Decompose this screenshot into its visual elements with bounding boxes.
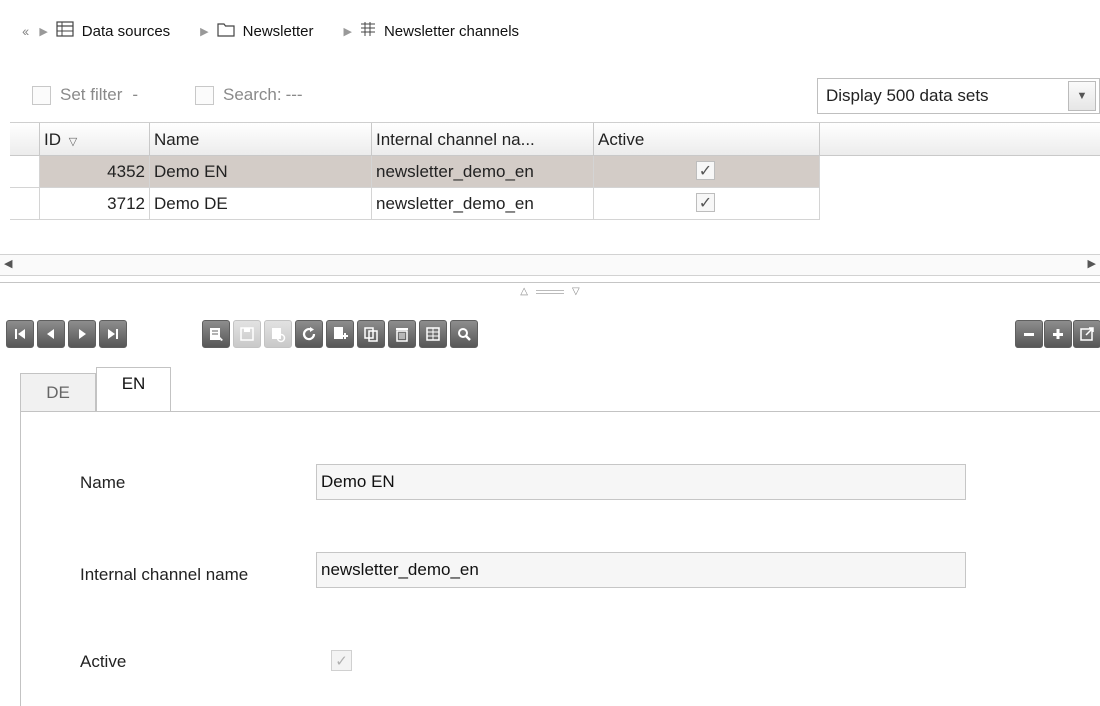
row-header[interactable] xyxy=(10,188,40,220)
column-header-name[interactable]: Name xyxy=(150,123,372,156)
filter-bar: Set filter - Search: --- Display 500 dat… xyxy=(0,78,1100,114)
horizontal-scrollbar[interactable]: ◀ ▶ xyxy=(0,254,1100,276)
scroll-right-icon[interactable]: ▶ xyxy=(1088,257,1096,270)
cell-active: ✓ xyxy=(594,156,820,188)
refresh-icon[interactable] xyxy=(295,320,323,348)
set-filter-label: Set filter xyxy=(60,85,123,104)
panel-splitter[interactable]: △ ▽ xyxy=(0,282,1100,300)
breadcrumb-label: Newsletter channels xyxy=(383,22,520,40)
record-toolbar xyxy=(0,320,1100,352)
new-record-icon[interactable] xyxy=(326,320,354,348)
breadcrumb-separator-icon: ▶ xyxy=(343,25,352,38)
name-field[interactable]: Demo EN xyxy=(316,464,966,500)
display-count-value: Display 500 data sets xyxy=(826,86,989,105)
breadcrumb: ‹‹ ▶ Data sources ▶ Newsletter ▶ Newslet… xyxy=(0,0,1100,62)
internal-channel-name-field[interactable]: newsletter_demo_en xyxy=(316,552,966,588)
chevron-down-icon[interactable]: ▼ xyxy=(1068,81,1096,111)
copy-icon[interactable] xyxy=(357,320,385,348)
row-header-corner xyxy=(10,123,40,156)
first-record-icon[interactable] xyxy=(6,320,34,348)
column-header-label: Internal channel na... xyxy=(376,130,535,149)
delete-icon[interactable] xyxy=(388,320,416,348)
external-window-icon[interactable] xyxy=(1073,320,1100,348)
table-icon xyxy=(360,22,376,40)
active-checkbox[interactable]: ✓ xyxy=(696,161,715,180)
active-checkbox[interactable]: ✓ xyxy=(696,193,715,212)
internal-channel-name-label: Internal channel name xyxy=(80,565,249,584)
set-filter-checkbox[interactable] xyxy=(32,85,51,105)
column-header-label: ID xyxy=(44,130,61,149)
display-count-select[interactable]: Display 500 data sets ▼ xyxy=(817,78,1100,114)
table-icon xyxy=(56,21,74,41)
collapse-icon[interactable] xyxy=(1015,320,1043,348)
expand-icon[interactable] xyxy=(1044,320,1072,348)
edit-icon[interactable] xyxy=(202,320,230,348)
cell-internal-name: newsletter_demo_en xyxy=(372,156,594,188)
folder-icon xyxy=(217,22,235,41)
cell-id: 4352 xyxy=(40,156,150,188)
tab-label: EN xyxy=(121,374,146,393)
column-header-label: Active xyxy=(598,130,645,149)
search-icon[interactable] xyxy=(450,320,478,348)
filter-dash: - xyxy=(132,85,139,104)
breadcrumb-label: Newsletter xyxy=(242,22,314,40)
previous-record-icon[interactable] xyxy=(37,320,65,348)
set-filter-option[interactable]: Set filter - xyxy=(32,85,138,105)
search-option[interactable]: Search: --- xyxy=(195,85,303,105)
double-chevron-left-icon[interactable]: ‹‹ xyxy=(22,23,29,39)
preview-icon[interactable] xyxy=(264,320,292,348)
active-checkbox[interactable]: ✓ xyxy=(331,650,352,671)
layout-icon[interactable] xyxy=(419,320,447,348)
grid-header: ID ▽ Name Internal channel na... Active xyxy=(10,123,1100,156)
scroll-left-icon[interactable]: ◀ xyxy=(4,257,12,270)
active-label: Active xyxy=(80,652,127,671)
tab-en[interactable]: EN xyxy=(96,367,171,412)
breadcrumb-item-newsletter[interactable]: Newsletter xyxy=(217,22,314,41)
collapse-up-icon[interactable]: △ xyxy=(520,286,528,297)
cell-active: ✓ xyxy=(594,188,820,220)
breadcrumb-separator-icon: ▶ xyxy=(200,25,209,38)
cell-name: Demo DE xyxy=(150,188,372,220)
column-header-label: Name xyxy=(154,130,200,149)
collapse-down-icon[interactable]: ▽ xyxy=(572,286,580,297)
breadcrumb-item-newsletter-channels[interactable]: Newsletter channels xyxy=(360,22,519,40)
name-label: Name xyxy=(80,473,126,492)
cell-name: Demo EN xyxy=(150,156,372,188)
cell-internal-name: newsletter_demo_en xyxy=(372,188,594,220)
breadcrumb-item-data-sources[interactable]: Data sources xyxy=(56,21,170,41)
splitter-grip-icon[interactable] xyxy=(536,289,564,294)
tab-label: DE xyxy=(46,382,70,402)
breadcrumb-label: Data sources xyxy=(81,22,171,40)
save-icon[interactable] xyxy=(233,320,261,348)
search-checkbox[interactable] xyxy=(195,85,214,105)
tab-de[interactable]: DE xyxy=(20,373,96,411)
column-header-active[interactable]: Active xyxy=(594,123,820,156)
row-header[interactable] xyxy=(10,156,40,188)
breadcrumb-separator-icon: ▶ xyxy=(39,25,48,38)
last-record-icon[interactable] xyxy=(99,320,127,348)
cell-id: 3712 xyxy=(40,188,150,220)
sort-descending-icon: ▽ xyxy=(68,136,78,148)
column-header-id[interactable]: ID ▽ xyxy=(40,123,150,156)
search-value: --- xyxy=(285,85,303,104)
column-header-internal-channel-name[interactable]: Internal channel na... xyxy=(372,123,594,156)
search-label: Search: xyxy=(223,85,282,104)
next-record-icon[interactable] xyxy=(68,320,96,348)
